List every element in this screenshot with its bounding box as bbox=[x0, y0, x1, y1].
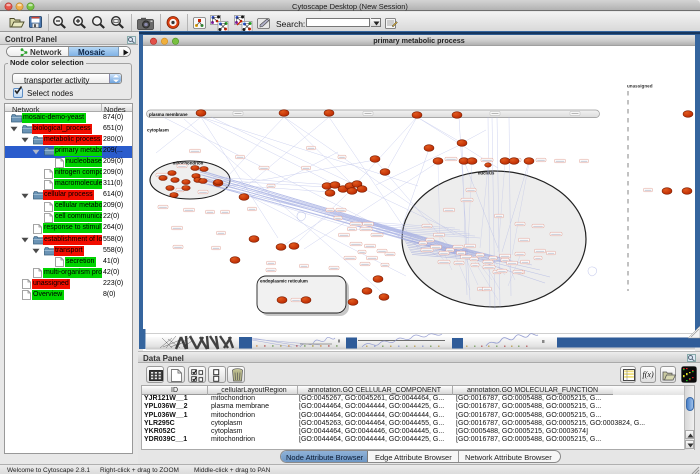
svg-text:cytoplasm: cytoplasm bbox=[147, 128, 169, 133]
svg-text:endoplasmic reticulum: endoplasmic reticulum bbox=[260, 279, 308, 284]
svg-text:primary metabolic process: primary metabolic process bbox=[373, 36, 464, 45]
svg-text:plasma membrane: plasma membrane bbox=[149, 112, 188, 117]
svg-text:nucleus: nucleus bbox=[478, 171, 495, 176]
svg-text:unassigned: unassigned bbox=[627, 83, 653, 88]
